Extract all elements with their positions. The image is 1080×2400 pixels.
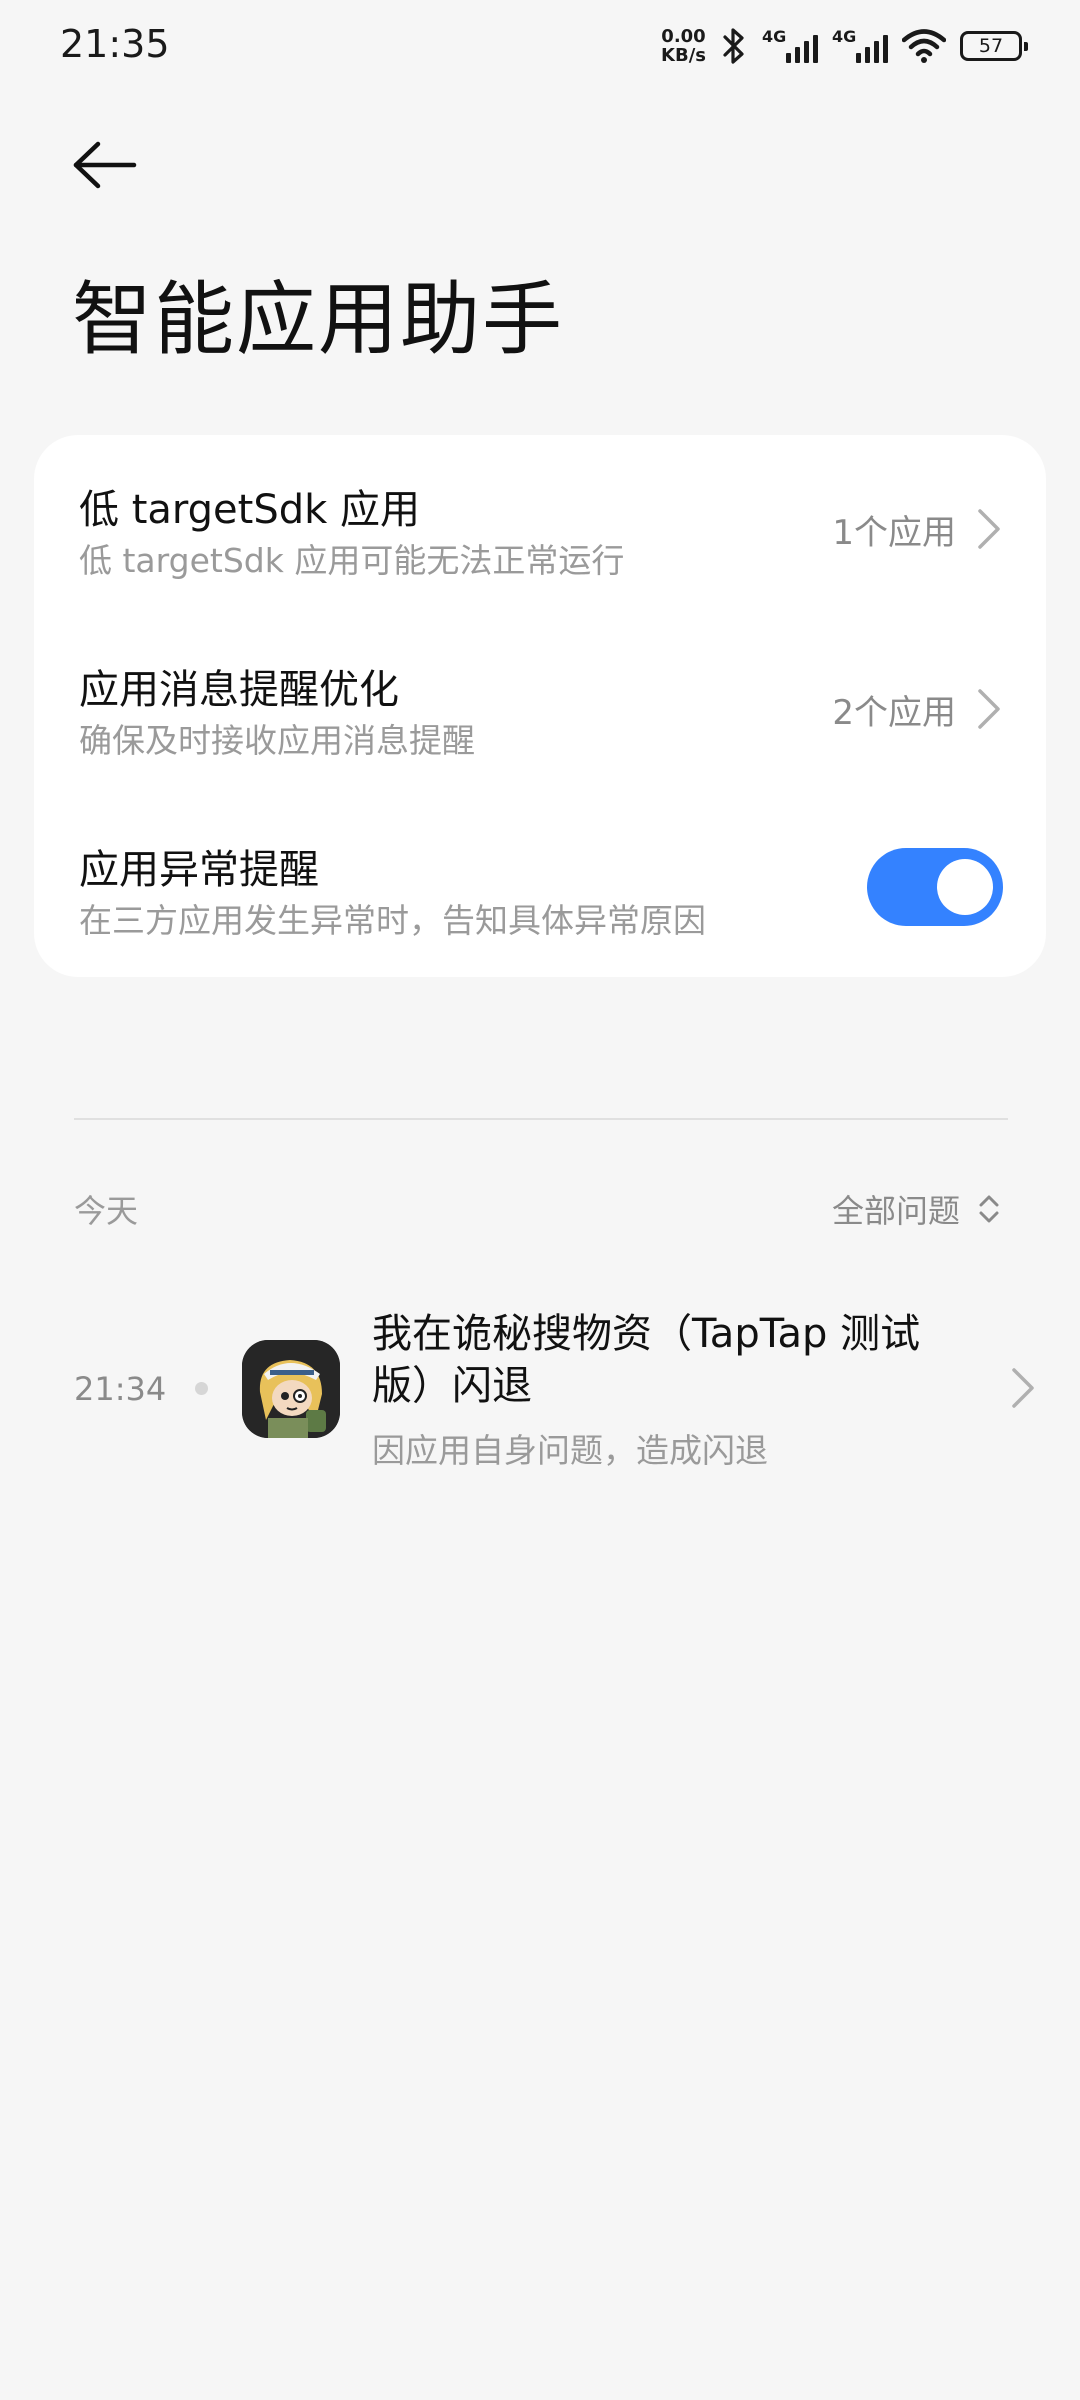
filter-label: 全部问题	[831, 1192, 960, 1230]
network-speed: 0.00 KB/s	[661, 27, 706, 65]
signal-icon: 4G	[762, 27, 818, 63]
low-target-sdk-row[interactable]: 低 targetSdk 应用 低 targetSdk 应用可能无法正常运行 1个…	[34, 435, 1046, 615]
message-reminder-subtitle: 确保及时接收应用消息提醒	[79, 721, 475, 760]
back-arrow-icon	[73, 141, 137, 189]
chevron-right-icon	[978, 509, 1000, 549]
entry-subtitle: 因应用自身问题，造成闪退	[372, 1431, 768, 1470]
page: 21:35 0.00 KB/s 4G 4G 57 智能应用助手 低 target…	[0, 0, 1080, 2400]
sort-updown-icon	[979, 1195, 999, 1223]
toggle-knob	[937, 859, 993, 915]
status-time: 21:35	[60, 22, 170, 66]
network-speed-value: 0.00	[661, 26, 706, 47]
divider	[74, 1118, 1008, 1120]
anomaly-alert-toggle[interactable]	[867, 848, 1003, 926]
game-character-icon	[242, 1340, 340, 1438]
low-target-sdk-count: 1个应用	[832, 513, 956, 553]
signal-icon: 4G	[832, 27, 888, 63]
low-target-sdk-title: 低 targetSdk 应用	[79, 487, 420, 533]
sim2-label: 4G	[832, 27, 857, 46]
low-target-sdk-subtitle: 低 targetSdk 应用可能无法正常运行	[79, 541, 625, 580]
chevron-right-icon	[978, 689, 1000, 729]
crash-log-entry[interactable]: 21:34 我在诡秘搜物资（TapTap 测试版）闪退 因应用自身问题，造成闪退	[0, 1300, 1080, 1480]
settings-card: 低 targetSdk 应用 低 targetSdk 应用可能无法正常运行 1个…	[34, 435, 1046, 977]
battery-level: 57	[978, 35, 1004, 57]
sim1-label: 4G	[762, 27, 787, 46]
chevron-right-icon	[1012, 1368, 1034, 1408]
bluetooth-icon	[723, 28, 744, 64]
message-reminder-count: 2个应用	[832, 693, 956, 733]
status-bar: 21:35 0.00 KB/s 4G 4G 57	[0, 0, 1080, 90]
anomaly-alert-subtitle: 在三方应用发生异常时，告知具体异常原因	[79, 901, 706, 940]
back-button[interactable]	[72, 135, 144, 195]
network-speed-unit: KB/s	[661, 45, 706, 66]
wifi-icon	[902, 29, 946, 63]
entry-title: 我在诡秘搜物资（TapTap 测试版）闪退	[372, 1311, 921, 1409]
battery-icon: 57	[960, 31, 1028, 61]
section-label-today: 今天	[74, 1192, 139, 1230]
timeline-dot	[195, 1382, 208, 1395]
message-reminder-title: 应用消息提醒优化	[79, 667, 399, 713]
page-title: 智能应用助手	[72, 273, 564, 366]
anomaly-alert-title: 应用异常提醒	[79, 847, 319, 893]
entry-time: 21:34	[74, 1370, 167, 1408]
message-reminder-row[interactable]: 应用消息提醒优化 确保及时接收应用消息提醒 2个应用	[34, 615, 1046, 795]
problem-filter-dropdown[interactable]: 全部问题	[832, 1186, 1000, 1232]
status-icons: 0.00 KB/s 4G 4G 57	[661, 22, 1028, 70]
app-icon	[242, 1340, 340, 1438]
